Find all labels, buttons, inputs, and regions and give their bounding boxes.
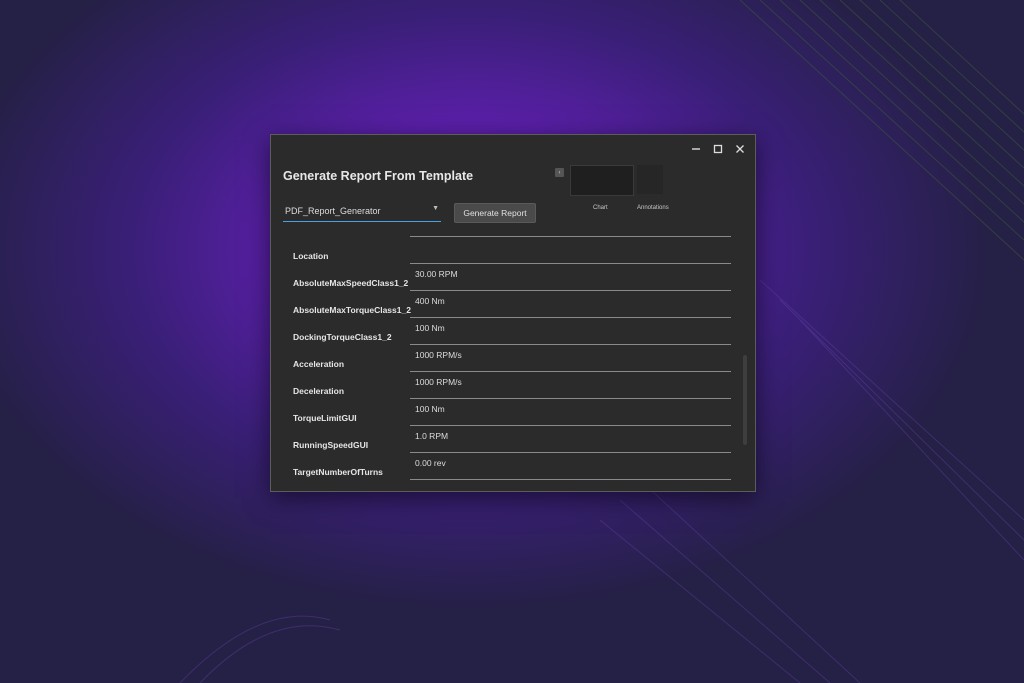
property-value[interactable]: 0.00 rev [415, 458, 446, 468]
annotations-thumbnail[interactable] [637, 165, 663, 194]
thumbnail-nav-icon[interactable]: ‹ [555, 168, 564, 177]
property-label: Acceleration [293, 359, 345, 369]
window-controls [685, 141, 751, 157]
table-row: RunningSpeedGUI 1.0 RPM [271, 426, 741, 453]
table-row: AbsoluteMaxSpeedClass1_2 30.00 RPM [271, 264, 741, 291]
property-value[interactable]: 100 Nm [415, 323, 445, 333]
property-label: DockingTorqueClass1_2 [293, 332, 392, 342]
table-row: TargetNumberOfTurns 0.00 rev [271, 453, 741, 480]
property-value[interactable]: 1000 RPM/s [415, 350, 462, 360]
minimize-icon[interactable] [685, 141, 707, 157]
property-label: AbsoluteMaxSpeedClass1_2 [293, 278, 409, 288]
annotations-thumbnail-label: Annotations [637, 205, 669, 211]
property-value[interactable]: 30.00 RPM [415, 269, 458, 279]
property-label: Location [293, 251, 329, 261]
chevron-down-icon: ▼ [432, 205, 439, 212]
table-row: Deceleration 1000 RPM/s [271, 372, 741, 399]
property-label: TorqueLimitGUI [293, 413, 357, 423]
table-row: Location [271, 237, 741, 264]
table-row: AbsoluteMaxTorqueClass1_2 400 Nm [271, 291, 741, 318]
table-row: DockingTorqueClass1_2 100 Nm [271, 318, 741, 345]
property-label: TargetNumberOfTurns [293, 467, 383, 477]
generate-report-button[interactable]: Generate Report [454, 203, 536, 223]
template-select-value: PDF_Report_Generator [285, 206, 381, 216]
property-value[interactable]: 100 Nm [415, 404, 445, 414]
chart-thumbnail[interactable] [570, 165, 634, 196]
property-label: RunningSpeedGUI [293, 440, 369, 450]
close-icon[interactable] [729, 141, 751, 157]
property-value[interactable]: 400 Nm [415, 296, 445, 306]
property-value[interactable]: 1.0 RPM [415, 431, 448, 441]
maximize-icon[interactable] [707, 141, 729, 157]
property-label: Deceleration [293, 386, 345, 396]
properties-table: Location AbsoluteMaxSpeedClass1_2 30.00 … [271, 235, 741, 487]
property-value[interactable]: 1000 RPM/s [415, 377, 462, 387]
report-window: Generate Report From Template PDF_Report… [270, 134, 756, 492]
window-title: Generate Report From Template [283, 169, 474, 183]
row-divider [410, 479, 731, 480]
table-row: TorqueLimitGUI 100 Nm [271, 399, 741, 426]
vertical-scrollbar[interactable] [743, 355, 747, 445]
template-select[interactable]: PDF_Report_Generator ▼ [283, 201, 441, 222]
chart-thumbnail-label: Chart [593, 205, 608, 211]
property-label: AbsoluteMaxTorqueClass1_2 [293, 305, 411, 315]
table-row: Acceleration 1000 RPM/s [271, 345, 741, 372]
